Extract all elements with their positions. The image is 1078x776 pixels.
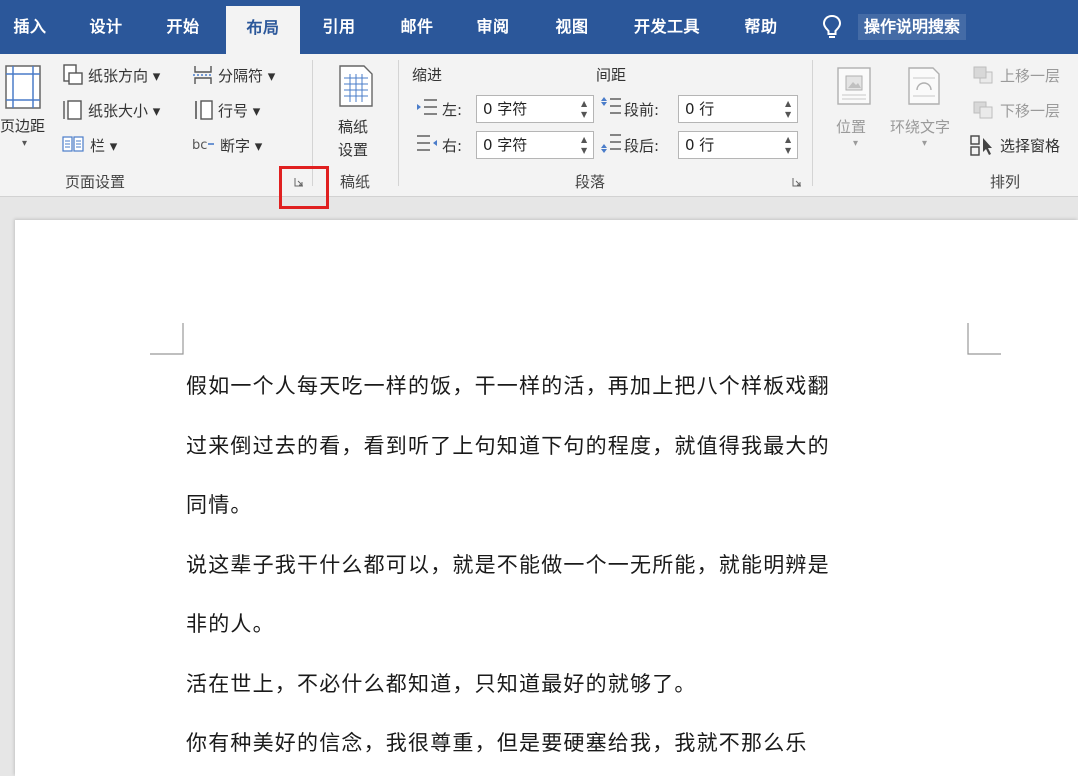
- paragraph-line[interactable]: 假如一个人每天吃一样的饭，干一样的活，再加上把八个样板戏翻: [186, 357, 976, 417]
- tab-help[interactable]: 帮助: [732, 0, 790, 54]
- paragraph-line[interactable]: 说这辈子我干什么都可以，就是不能做一个一无所能，就能明辨是: [186, 536, 976, 596]
- selection-pane-icon: [970, 135, 992, 156]
- indent-right-input[interactable]: 0 字符 ▲ ▼: [476, 131, 594, 159]
- indent-right-value: 0 字符: [483, 136, 528, 154]
- line-numbers-button[interactable]: 行号 ▾: [218, 100, 260, 121]
- document-page[interactable]: 假如一个人每天吃一样的饭，干一样的活，再加上把八个样板戏翻 过来倒过去的看，看到…: [15, 220, 1078, 776]
- indent-header: 缩进: [412, 66, 443, 84]
- indent-right-icon: [417, 135, 437, 151]
- paragraph-line[interactable]: 非的人。: [186, 595, 976, 655]
- crop-mark-top-right: [967, 323, 1001, 355]
- selection-pane-button[interactable]: 选择窗格: [1000, 135, 1060, 156]
- group-separator: [398, 60, 399, 186]
- send-backward-button[interactable]: 下移一层: [1000, 100, 1060, 121]
- svg-text:bc: bc: [192, 138, 207, 153]
- document-body[interactable]: 假如一个人每天吃一样的饭，干一样的活，再加上把八个样板戏翻 过来倒过去的看，看到…: [186, 357, 976, 774]
- position-dropdown-arrow[interactable]: ▾: [853, 138, 858, 149]
- paragraph-line[interactable]: 过来倒过去的看，看到听了上句知道下句的程度，就值得我最大的: [186, 417, 976, 477]
- breaks-label: 分隔符: [218, 67, 264, 85]
- crop-mark-top-left: [150, 323, 184, 355]
- columns-label: 栏: [90, 137, 106, 155]
- line-numbers-icon: [195, 100, 213, 120]
- ribbon-tab-bar: 插入 设计 开始 布局 引用 邮件 审阅 视图 开发工具 帮助 操作说明搜索: [0, 0, 1078, 54]
- size-label: 纸张大小: [88, 102, 149, 120]
- spacing-before-input[interactable]: 0 行 ▲ ▼: [678, 95, 798, 123]
- columns-button[interactable]: 栏 ▾: [90, 135, 117, 156]
- spacing-after-input[interactable]: 0 行 ▲ ▼: [678, 131, 798, 159]
- ribbon-layout-panel: 页边距 ▾ 纸张方向 ▾ 纸张大小 ▾ 栏 ▾ 分隔符 ▾ 行号 ▾ bc 断字…: [0, 54, 1078, 197]
- tell-me-search[interactable]: 操作说明搜索: [858, 14, 967, 40]
- spacing-before-value: 0 行: [685, 100, 715, 118]
- orientation-button[interactable]: 纸张方向 ▾: [88, 65, 160, 86]
- bring-forward-icon: [973, 66, 993, 84]
- orientation-icon: [63, 64, 83, 85]
- paragraph-line[interactable]: 活在世上，不必什么都知道，只知道最好的就够了。: [186, 655, 976, 715]
- size-button[interactable]: 纸张大小 ▾: [88, 100, 160, 121]
- paragraph-dialog-launcher-icon[interactable]: [792, 177, 802, 187]
- group-separator: [812, 60, 813, 186]
- lightbulb-icon: [822, 14, 842, 38]
- indent-left-icon: [417, 99, 437, 115]
- draft-paper-settings-button-line2[interactable]: 设置: [338, 139, 368, 160]
- tab-review[interactable]: 审阅: [464, 0, 522, 54]
- tab-design[interactable]: 设计: [78, 0, 134, 54]
- tab-view[interactable]: 视图: [542, 0, 602, 54]
- draft-paper-icon: [339, 65, 373, 107]
- paragraph-line[interactable]: 你有种美好的信念，我很尊重，但是要硬塞给我，我就不那么乐: [186, 714, 976, 774]
- margins-dropdown-arrow[interactable]: ▾: [22, 138, 27, 149]
- hyphenation-button[interactable]: 断字 ▾: [220, 135, 262, 156]
- wrap-text-button[interactable]: 环绕文字: [890, 116, 950, 137]
- tab-insert[interactable]: 插入: [2, 0, 58, 54]
- indent-left-label: 左:: [442, 101, 463, 119]
- position-icon: [837, 67, 871, 105]
- tab-developer[interactable]: 开发工具: [622, 0, 712, 54]
- orientation-label: 纸张方向: [88, 67, 149, 85]
- hyphenation-icon: bc: [192, 138, 214, 153]
- columns-icon: [62, 136, 84, 152]
- line-numbers-label: 行号: [218, 102, 249, 120]
- tab-home[interactable]: 开始: [154, 0, 212, 54]
- spacing-header: 间距: [596, 66, 627, 84]
- tab-mailings[interactable]: 邮件: [388, 0, 446, 54]
- wrap-text-icon: [908, 67, 940, 105]
- send-backward-icon: [973, 101, 993, 119]
- breaks-button[interactable]: 分隔符 ▾: [218, 65, 275, 86]
- spin-arrows[interactable]: ▲ ▼: [581, 134, 589, 156]
- draft-paper-settings-button[interactable]: 稿纸: [338, 116, 368, 137]
- draft-paper-group-label: 稿纸: [339, 173, 370, 191]
- size-icon: [63, 100, 82, 120]
- position-button[interactable]: 位置: [836, 116, 866, 137]
- spin-arrows[interactable]: ▲ ▼: [785, 98, 793, 120]
- hyphenation-label: 断字: [220, 137, 251, 155]
- spacing-before-icon: [601, 97, 621, 114]
- paragraph-line[interactable]: 同情。: [186, 476, 976, 536]
- arrange-group-label: 排列: [989, 173, 1020, 191]
- spin-arrows[interactable]: ▲ ▼: [581, 98, 589, 120]
- margins-icon: [5, 65, 41, 109]
- page-setup-group-label: 页面设置: [64, 173, 125, 191]
- tab-references[interactable]: 引用: [310, 0, 368, 54]
- highlight-box: [279, 166, 329, 209]
- margins-button[interactable]: 页边距: [0, 115, 45, 136]
- bring-forward-button[interactable]: 上移一层: [1000, 65, 1060, 86]
- tab-layout[interactable]: 布局: [226, 6, 300, 54]
- indent-left-input[interactable]: 0 字符 ▲ ▼: [476, 95, 594, 123]
- spacing-before-label: 段前:: [624, 101, 660, 119]
- spacing-after-icon: [601, 134, 621, 153]
- paragraph-group-label: 段落: [574, 173, 605, 191]
- indent-left-value: 0 字符: [483, 100, 528, 118]
- spin-arrows[interactable]: ▲ ▼: [785, 134, 793, 156]
- spacing-after-value: 0 行: [685, 136, 715, 154]
- spacing-after-label: 段后:: [624, 137, 660, 155]
- wrap-text-dropdown-arrow[interactable]: ▾: [922, 138, 927, 149]
- breaks-icon: [193, 66, 213, 84]
- indent-right-label: 右:: [442, 137, 463, 155]
